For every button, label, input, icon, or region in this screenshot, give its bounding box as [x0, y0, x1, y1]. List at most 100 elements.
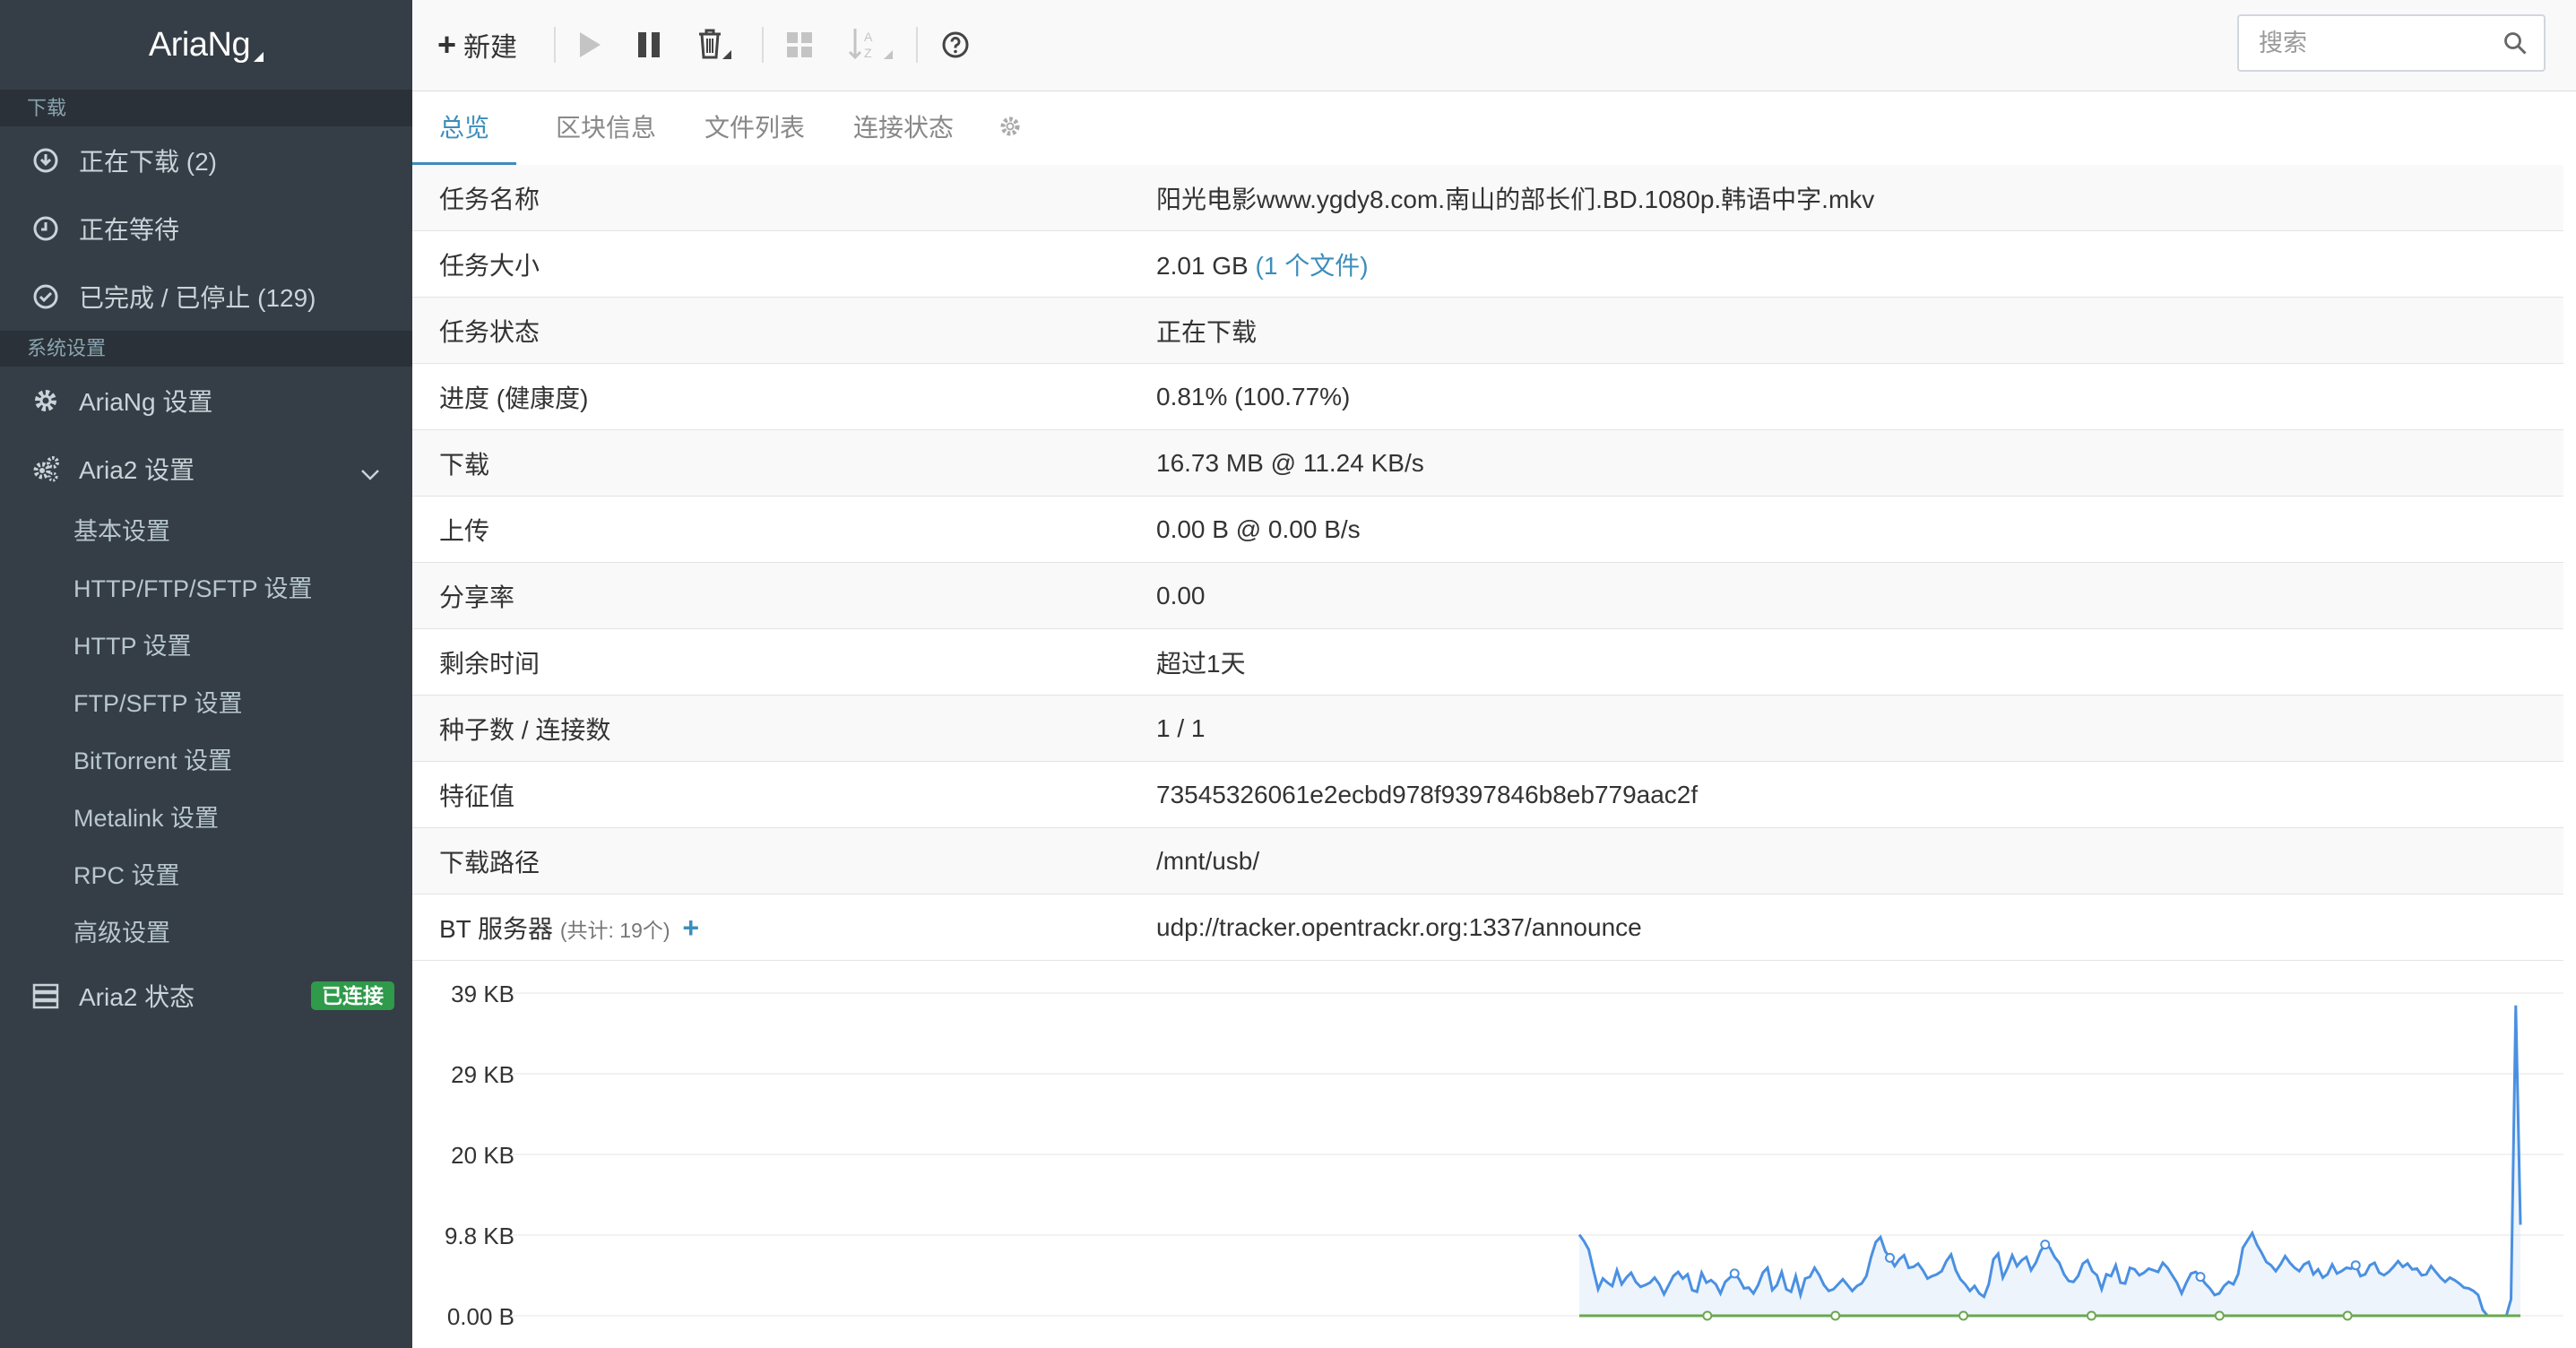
download-speed-point — [2195, 1272, 2206, 1283]
sidebar-subitem-bittorrent[interactable]: BitTorrent 设置 — [0, 732, 412, 790]
sidebar-item-aria2-status[interactable]: Aria2 状态 已连接 — [0, 962, 412, 1030]
detail-value: 16.73 MB @ 11.24 KB/s — [1156, 448, 1424, 477]
status-badge: 已连接 — [311, 981, 394, 1010]
start-button[interactable] — [577, 25, 602, 65]
help-button[interactable] — [941, 25, 970, 65]
upload-speed-point — [1958, 1310, 1969, 1321]
y-tick-label: 0.00 B — [447, 1303, 514, 1330]
svg-text:A: A — [864, 30, 873, 44]
toolbar-divider — [554, 27, 556, 63]
toolbar: + 新建 AZ — [412, 0, 2576, 91]
chevron-down-icon — [360, 459, 380, 488]
sidebar-item-label: AriaNg 设置 — [79, 388, 213, 416]
detail-row-progress: 进度 (健康度) 0.81% (100.77%) — [412, 364, 2563, 430]
tracker-count: (共计: 19个) — [559, 918, 670, 942]
sidebar-subitem-rpc[interactable]: RPC 设置 — [0, 847, 412, 904]
sidebar-item-stopped[interactable]: 已完成 / 已停止 (129) — [0, 263, 412, 331]
sidebar-subitem-http-ftp-sftp[interactable]: HTTP/FTP/SFTP 设置 — [0, 560, 412, 618]
sidebar-item-downloading[interactable]: 正在下载 (2) — [0, 126, 412, 194]
size-value: 2.01 GB — [1156, 251, 1249, 280]
detail-row-remaining: 剩余时间 超过1天 — [412, 629, 2563, 696]
detail-row-size: 任务大小 2.01 GB (1 个文件) — [412, 231, 2563, 298]
detail-row-name: 任务名称 阳光电影www.ygdy8.com.南山的部长们.BD.1080p.韩… — [412, 165, 2563, 231]
detail-value: 1 / 1 — [1156, 713, 1206, 742]
app-logo[interactable]: AriaNg — [0, 0, 412, 91]
detail-label: BT 服务器 (共计: 19个) + — [412, 910, 1156, 946]
app-title: AriaNg — [148, 25, 251, 64]
trackers-label: BT 服务器 — [439, 914, 554, 943]
sidebar-item-label: 正在下载 (2) — [79, 148, 218, 176]
upload-speed-point — [2086, 1310, 2096, 1321]
detail-label: 下载 — [439, 450, 490, 479]
logo-caret-icon — [254, 51, 264, 62]
sort-button[interactable]: AZ — [848, 25, 895, 65]
detail-label: 上传 — [439, 516, 490, 545]
detail-value: /mnt/usb/ — [1156, 846, 1260, 875]
y-tick-label: 20 KB — [451, 1142, 514, 1169]
plus-icon: + — [437, 26, 457, 63]
download-speed-point — [2350, 1260, 2361, 1271]
detail-value: 0.81% (100.77%) — [1156, 382, 1351, 410]
detail-row-peers: 种子数 / 连接数 1 / 1 — [412, 696, 2563, 762]
sidebar-subitem-ftp-sftp[interactable]: FTP/SFTP 设置 — [0, 675, 412, 732]
detail-label: 种子数 / 连接数 — [439, 715, 611, 744]
sidebar-item-label: Aria2 设置 — [79, 456, 195, 484]
detail-label: 特征值 — [439, 782, 515, 810]
add-tracker-plus-icon[interactable]: + — [682, 912, 699, 944]
new-task-button[interactable]: + 新建 — [437, 25, 517, 65]
search-icon[interactable] — [2503, 30, 2528, 60]
upload-speed-point — [2214, 1310, 2225, 1321]
gear-icon — [30, 385, 61, 416]
clock-icon — [30, 213, 61, 244]
detail-row-hash: 特征值 73545326061e2ecbd978f9397846b8eb779a… — [412, 762, 2563, 828]
upload-speed-point — [2342, 1310, 2353, 1321]
detail-value: 2.01 GB (1 个文件) — [1156, 246, 2563, 282]
tab-connections[interactable]: 连接状态 — [844, 91, 963, 165]
gears-icon — [30, 454, 61, 484]
sidebar-item-waiting[interactable]: 正在等待 — [0, 194, 412, 263]
sidebar-item-label: Aria2 状态 — [79, 983, 195, 1011]
grid-icon — [787, 32, 812, 57]
pause-button[interactable] — [636, 25, 661, 65]
y-tick-label: 29 KB — [451, 1061, 514, 1088]
sidebar-subitem-advanced[interactable]: 高级设置 — [0, 904, 412, 962]
sidebar-subitem-metalink[interactable]: Metalink 设置 — [0, 790, 412, 847]
new-task-label: 新建 — [463, 33, 518, 63]
tab-files[interactable]: 文件列表 — [696, 91, 814, 165]
detail-row-ratio: 分享率 0.00 — [412, 563, 2563, 629]
section-header-download: 下载 — [0, 91, 412, 126]
tab-overview[interactable]: 总览 — [412, 91, 516, 166]
detail-label: 下载路径 — [439, 848, 540, 877]
trash-icon — [699, 29, 731, 59]
detail-value: 正在下载 — [1156, 317, 1258, 346]
detail-value: 超过1天 — [1156, 649, 1246, 678]
download-speed-point — [1729, 1268, 1740, 1279]
download-speed-point — [1885, 1252, 1895, 1263]
detail-row-download: 下载 16.73 MB @ 11.24 KB/s — [412, 430, 2563, 497]
download-circle-icon — [30, 145, 61, 176]
detail-label: 进度 (健康度) — [439, 384, 589, 412]
delete-button[interactable] — [696, 25, 733, 65]
sidebar-item-ariang-settings[interactable]: AriaNg 设置 — [0, 367, 412, 435]
sidebar-item-aria2-settings[interactable]: Aria2 设置 — [0, 435, 412, 503]
task-details-table: 任务名称 阳光电影www.ygdy8.com.南山的部长们.BD.1080p.韩… — [412, 165, 2563, 961]
tab-pieces[interactable]: 区块信息 — [547, 91, 665, 165]
detail-row-path: 下载路径 /mnt/usb/ — [412, 828, 2563, 894]
detail-value: udp://tracker.opentrackr.org:1337/announ… — [1156, 912, 1642, 941]
speed-chart: 39 KB 29 KB 20 KB 9.8 KB 0.00 B — [412, 968, 2563, 1348]
search-box — [2237, 14, 2546, 72]
detail-row-upload: 上传 0.00 B @ 0.00 B/s — [412, 497, 2563, 563]
sidebar-subitem-basic[interactable]: 基本设置 — [0, 503, 412, 560]
sidebar-subitem-http[interactable]: HTTP 设置 — [0, 618, 412, 675]
detail-label: 任务状态 — [439, 317, 540, 346]
section-header-settings: 系统设置 — [0, 331, 412, 367]
pause-icon — [638, 32, 660, 57]
y-tick-label: 9.8 KB — [445, 1223, 514, 1249]
download-speed-area — [1579, 1005, 2520, 1316]
select-all-button[interactable] — [785, 25, 814, 65]
tab-settings-gear-icon[interactable] — [998, 115, 1022, 143]
search-input[interactable] — [2239, 16, 2485, 70]
detail-label: 剩余时间 — [439, 649, 540, 678]
detail-label: 任务名称 — [439, 185, 540, 213]
file-count-link[interactable]: (1 个文件) — [1256, 252, 1369, 280]
